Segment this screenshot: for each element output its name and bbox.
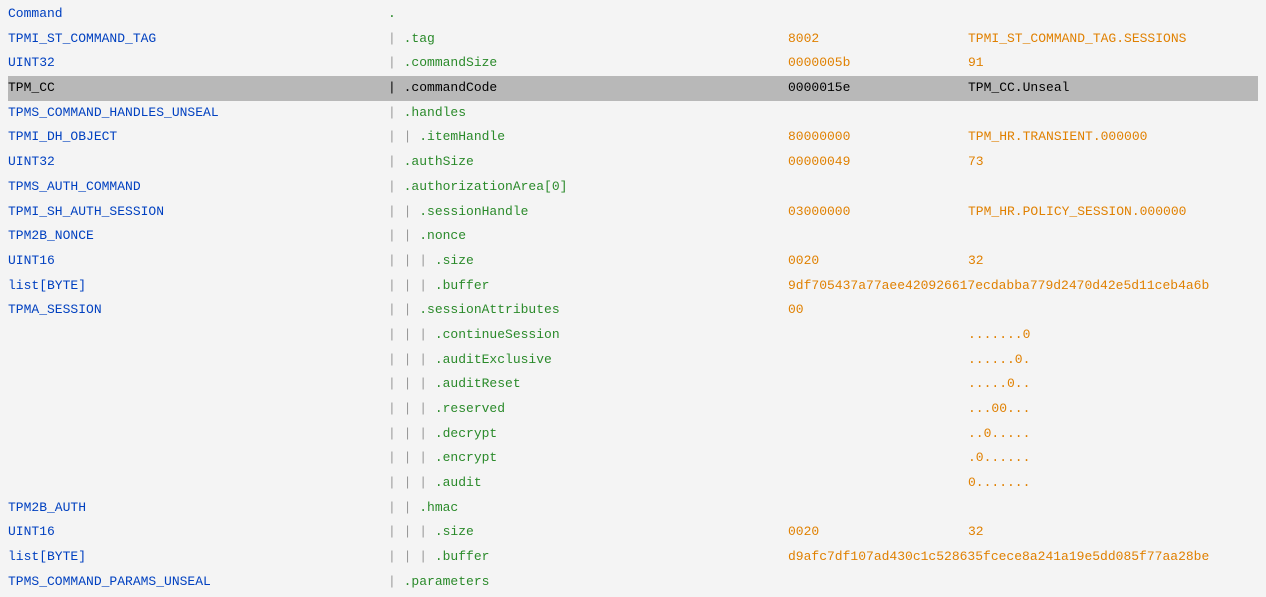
field-cell: | .handles	[388, 101, 788, 126]
type-cell: list[BYTE]	[8, 274, 388, 299]
table-row[interactable]: | | | .continueSession .......0	[8, 323, 1258, 348]
table-row[interactable]: | | | .auditReset .....0..	[8, 372, 1258, 397]
field-cell: | .commandSize	[388, 51, 788, 76]
table-row[interactable]: TPMI_SH_AUTH_SESSION| | .sessionHandle03…	[8, 200, 1258, 225]
hex-cell: 80000000	[788, 125, 968, 150]
field-cell: | | .hmac	[388, 496, 788, 521]
field-cell: | | | .buffer	[388, 545, 788, 570]
decoded-cell: TPM_CC.Unseal	[968, 76, 1069, 101]
field-cell: | | | .auditReset	[388, 372, 788, 397]
field-cell: | .parameters	[388, 570, 788, 595]
hex-cell: 0020	[788, 520, 968, 545]
decoded-cell: ...00...	[968, 397, 1030, 422]
hex-cell: 8002	[788, 27, 968, 52]
table-row[interactable]: UINT32| .commandSize0000005b91	[8, 51, 1258, 76]
type-cell: TPM2B_NONCE	[8, 224, 388, 249]
field-cell: .	[388, 2, 788, 27]
table-row[interactable]: TPMI_DH_OBJECT| | .itemHandle80000000TPM…	[8, 125, 1258, 150]
field-cell: | | | .decrypt	[388, 422, 788, 447]
table-row[interactable]: list[BYTE]| | | .buffer9df705437a77aee42…	[8, 274, 1258, 299]
decoded-cell: ......0.	[968, 348, 1030, 373]
type-cell: TPM2B_AUTH	[8, 496, 388, 521]
field-cell: | .commandCode	[388, 76, 788, 101]
table-row[interactable]: TPM_CC| .commandCode0000015eTPM_CC.Unsea…	[8, 76, 1258, 101]
field-cell: | .authorizationArea[0]	[388, 175, 788, 200]
type-cell: UINT32	[8, 150, 388, 175]
type-cell: TPM_CC	[8, 76, 388, 101]
decoded-cell: TPMI_ST_COMMAND_TAG.SESSIONS	[968, 27, 1186, 52]
field-cell: | | | .reserved	[388, 397, 788, 422]
tpm-decode-table: Command.TPMI_ST_COMMAND_TAG| .tag8002TPM…	[8, 2, 1258, 595]
type-cell: TPMS_COMMAND_PARAMS_UNSEAL	[8, 570, 388, 595]
hex-cell: d9afc7df107ad430c1c528635fcece8a241a19e5…	[788, 545, 1209, 570]
field-cell: | | | .auditExclusive	[388, 348, 788, 373]
hex-cell: 03000000	[788, 200, 968, 225]
table-row[interactable]: TPMS_COMMAND_PARAMS_UNSEAL| .parameters	[8, 570, 1258, 595]
type-cell: TPMA_SESSION	[8, 298, 388, 323]
table-row[interactable]: | | | .auditExclusive ......0.	[8, 348, 1258, 373]
decoded-cell: 73	[968, 150, 984, 175]
table-row[interactable]: TPM2B_NONCE| | .nonce	[8, 224, 1258, 249]
field-cell: | | .itemHandle	[388, 125, 788, 150]
hex-cell: 9df705437a77aee420926617ecdabba779d2470d…	[788, 274, 1209, 299]
type-cell: TPMI_DH_OBJECT	[8, 125, 388, 150]
decoded-cell: .......0	[968, 323, 1030, 348]
hex-cell: 00000049	[788, 150, 968, 175]
field-cell: | .authSize	[388, 150, 788, 175]
table-row[interactable]: TPMS_COMMAND_HANDLES_UNSEAL| .handles	[8, 101, 1258, 126]
decoded-cell: 91	[968, 51, 984, 76]
table-row[interactable]: Command.	[8, 2, 1258, 27]
type-cell: TPMS_COMMAND_HANDLES_UNSEAL	[8, 101, 388, 126]
type-cell: UINT16	[8, 520, 388, 545]
table-row[interactable]: TPMA_SESSION| | .sessionAttributes00	[8, 298, 1258, 323]
field-cell: | | | .audit	[388, 471, 788, 496]
table-row[interactable]: | | | .decrypt ..0.....	[8, 422, 1258, 447]
type-cell: Command	[8, 2, 388, 27]
hex-cell: 0020	[788, 249, 968, 274]
table-row[interactable]: | | | .reserved ...00...	[8, 397, 1258, 422]
type-cell: UINT32	[8, 51, 388, 76]
table-row[interactable]: UINT32| .authSize0000004973	[8, 150, 1258, 175]
field-cell: | | | .size	[388, 249, 788, 274]
field-cell: | | | .size	[388, 520, 788, 545]
field-cell: | | .sessionAttributes	[388, 298, 788, 323]
decoded-cell: 32	[968, 520, 984, 545]
hex-cell: 00	[788, 298, 968, 323]
field-cell: | | | .buffer	[388, 274, 788, 299]
field-cell: | .tag	[388, 27, 788, 52]
field-cell: | | .sessionHandle	[388, 200, 788, 225]
decoded-cell: TPM_HR.TRANSIENT.000000	[968, 125, 1147, 150]
table-row[interactable]: UINT16| | | .size002032	[8, 520, 1258, 545]
table-row[interactable]: TPMI_ST_COMMAND_TAG| .tag8002TPMI_ST_COM…	[8, 27, 1258, 52]
decoded-cell: .....0..	[968, 372, 1030, 397]
decoded-cell: 0.......	[968, 471, 1030, 496]
table-row[interactable]: | | | .encrypt .0......	[8, 446, 1258, 471]
hex-cell: 0000005b	[788, 51, 968, 76]
type-cell: TPMI_SH_AUTH_SESSION	[8, 200, 388, 225]
decoded-cell: ..0.....	[968, 422, 1030, 447]
type-cell: list[BYTE]	[8, 545, 388, 570]
table-row[interactable]: TPMS_AUTH_COMMAND| .authorizationArea[0]	[8, 175, 1258, 200]
table-row[interactable]: UINT16| | | .size002032	[8, 249, 1258, 274]
type-cell: UINT16	[8, 249, 388, 274]
type-cell: TPMI_ST_COMMAND_TAG	[8, 27, 388, 52]
decoded-cell: TPM_HR.POLICY_SESSION.000000	[968, 200, 1186, 225]
field-cell: | | | .continueSession	[388, 323, 788, 348]
table-row[interactable]: list[BYTE]| | | .bufferd9afc7df107ad430c…	[8, 545, 1258, 570]
table-row[interactable]: | | | .audit 0.......	[8, 471, 1258, 496]
type-cell: TPMS_AUTH_COMMAND	[8, 175, 388, 200]
hex-cell: 0000015e	[788, 76, 968, 101]
decoded-cell: .0......	[968, 446, 1030, 471]
field-cell: | | .nonce	[388, 224, 788, 249]
field-cell: | | | .encrypt	[388, 446, 788, 471]
decoded-cell: 32	[968, 249, 984, 274]
table-row[interactable]: TPM2B_AUTH| | .hmac	[8, 496, 1258, 521]
